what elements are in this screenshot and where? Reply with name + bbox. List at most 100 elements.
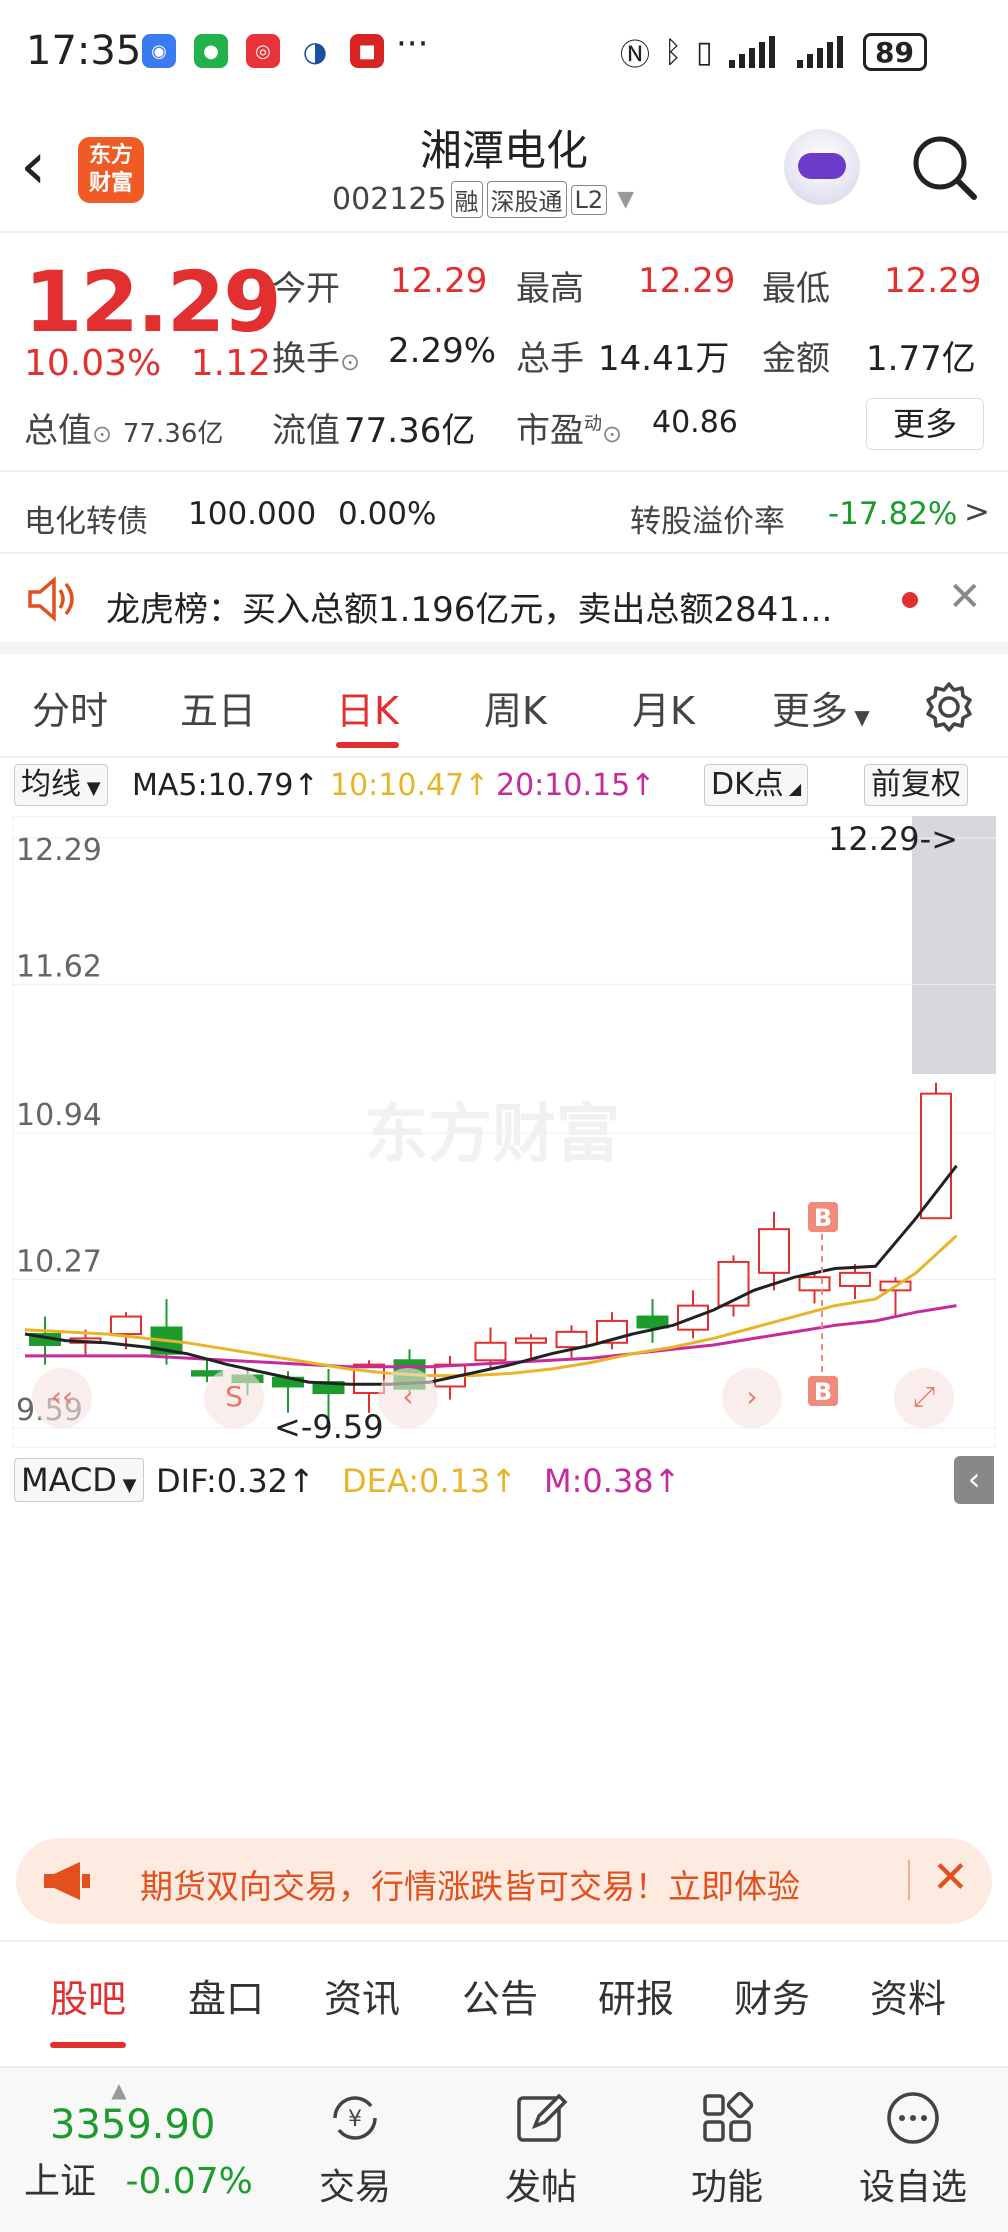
dif-value: DIF:0.32↑ bbox=[156, 1462, 315, 1500]
tab-daily-k[interactable]: 日K bbox=[336, 680, 399, 748]
open-label: 今开 bbox=[272, 269, 340, 309]
convertible-bond-row[interactable]: 电化转债 100.000 0.00% 转股溢价率 -17.82% > bbox=[0, 470, 1008, 554]
close-icon[interactable]: ✕ bbox=[932, 1852, 969, 1903]
functions-button[interactable]: 功能 bbox=[662, 2088, 792, 2210]
ma-selector[interactable]: 均线 ▼ bbox=[14, 764, 108, 806]
high-value: 12.29 bbox=[638, 261, 736, 301]
collapse-panel-icon[interactable]: ‹ bbox=[954, 1456, 994, 1504]
open-value: 12.29 bbox=[390, 261, 488, 301]
system-icons: Ⓝ ᛒ ▯ 89 bbox=[620, 30, 927, 74]
turnover-label: 换手⊙ bbox=[272, 339, 361, 379]
macd-selector[interactable]: MACD ▼ bbox=[14, 1458, 144, 1502]
candle-body bbox=[636, 1315, 669, 1329]
last-price: 12.29 bbox=[24, 253, 282, 351]
stock-code-row[interactable]: 002125 融 深股通 L2 ▼ bbox=[332, 181, 634, 218]
nfc-icon: Ⓝ bbox=[620, 38, 650, 73]
yuan-cycle-icon: ¥ bbox=[333, 2096, 377, 2140]
index-name: 上证 bbox=[24, 2161, 97, 2202]
chart-nav-icon: ‹‹ bbox=[51, 1380, 73, 1413]
chart-nav-icon: › bbox=[746, 1380, 757, 1413]
futures-ad-banner[interactable]: 期货双向交易，行情涨跌皆可交易！立即体验 ✕ bbox=[16, 1838, 992, 1924]
chevron-right-icon: > bbox=[964, 494, 990, 530]
candle-body bbox=[758, 1228, 790, 1274]
assistant-robot-icon[interactable] bbox=[784, 129, 860, 205]
low-price-marker: <-9.59 bbox=[274, 1408, 384, 1446]
bluetooth-icon: ᛒ bbox=[664, 34, 682, 70]
info-icon[interactable]: ⊙ bbox=[92, 420, 112, 448]
grid-icon bbox=[703, 2091, 754, 2142]
amount-value: 1.77亿 bbox=[866, 339, 976, 379]
float-value: 77.36亿 bbox=[344, 411, 476, 451]
add-watchlist-button[interactable]: 设自选 bbox=[848, 2088, 978, 2210]
index-ticker[interactable]: ▲ 3359.90 上证 -0.07% bbox=[24, 2078, 274, 2204]
status-bar: 17:35 ◉ ● ◎ ◑ ■ ··· Ⓝ ᛒ ▯ 89 bbox=[0, 0, 1008, 105]
tab-intraday[interactable]: 分时 bbox=[32, 680, 108, 735]
tab-announcements[interactable]: 公告 bbox=[462, 1968, 538, 2023]
bottom-toolbar: ▲ 3359.90 上证 -0.07% ¥ 交易 发帖 功能 设自选 bbox=[0, 2066, 1008, 2232]
total-value-label: 总值 bbox=[24, 411, 92, 451]
battery-icon: 89 bbox=[862, 33, 927, 71]
stock-code: 002125 bbox=[332, 182, 447, 217]
app-notification-icon: ■ bbox=[350, 34, 384, 68]
status-time: 17:35 bbox=[26, 28, 142, 74]
adjust-mode-button[interactable]: 前复权 bbox=[864, 764, 968, 806]
bond-change: 0.00% bbox=[338, 496, 437, 532]
kline-chart[interactable]: 12.2911.6210.9410.279.59东方财富12.29-><-9.5… bbox=[12, 816, 996, 1448]
content-tabs: 股吧 盘口 资讯 公告 研报 财务 资料 bbox=[0, 1940, 1008, 2062]
price-change: 10.03% 1.12 bbox=[24, 343, 271, 384]
chevron-up-icon: ▲ bbox=[111, 2078, 127, 2102]
dragon-tiger-notice[interactable]: 龙虎榜：买入总额1.196亿元，卖出总额2841... ✕ bbox=[0, 554, 1008, 654]
info-icon: ⊙ bbox=[340, 348, 361, 376]
tab-guba[interactable]: 股吧 bbox=[50, 1968, 127, 2048]
settings-gear-icon[interactable] bbox=[922, 680, 976, 734]
candle-body bbox=[920, 1092, 952, 1220]
pe-value: 40.86 bbox=[652, 405, 738, 440]
close-icon[interactable]: ✕ bbox=[948, 574, 982, 620]
ma-indicator-bar: 均线 ▼ MA5:10.79↑ 10:10.47↑ 20:10.15↑ DK点 … bbox=[12, 762, 1002, 810]
price-axis-label: 11.62 bbox=[16, 949, 102, 984]
search-icon[interactable] bbox=[908, 129, 980, 205]
candle-body bbox=[555, 1330, 588, 1349]
tab-news[interactable]: 资讯 bbox=[324, 1968, 400, 2023]
more-quote-button[interactable]: 更多 bbox=[866, 398, 984, 450]
chevron-down-icon: ▼ bbox=[617, 187, 635, 212]
megaphone-icon bbox=[44, 1862, 90, 1900]
tab-monthly-k[interactable]: 月K bbox=[632, 680, 695, 735]
chart-nav-icon: ⤢ bbox=[913, 1380, 935, 1413]
more-notifications-icon: ··· bbox=[396, 24, 429, 64]
tab-finance[interactable]: 财务 bbox=[734, 1968, 810, 2023]
tab-weekly-k[interactable]: 周K bbox=[484, 680, 547, 735]
float-label: 流值 bbox=[272, 411, 340, 451]
change-percent: 10.03% bbox=[24, 343, 162, 384]
total-value-row: 总值⊙ 77.36亿 bbox=[24, 403, 223, 452]
price-axis-label: 10.94 bbox=[16, 1098, 102, 1133]
tab-profile[interactable]: 资料 bbox=[870, 1968, 946, 2023]
vibrate-icon: ▯ bbox=[696, 34, 713, 70]
app-notification-icon: ◎ bbox=[246, 34, 280, 68]
chart-nav-icon: ‹ bbox=[402, 1380, 413, 1413]
tab-order-book[interactable]: 盘口 bbox=[188, 1968, 264, 2023]
buy-signal-letter: B bbox=[814, 1378, 832, 1406]
macd-indicator-bar: MACD ▼ DIF:0.32↑ DEA:0.13↑ M:0.38↑ ‹ bbox=[12, 1454, 1002, 1506]
pe-label: 市盈动⊙ bbox=[516, 411, 623, 451]
tab-research[interactable]: 研报 bbox=[598, 1968, 674, 2023]
post-button[interactable]: 发帖 bbox=[476, 2088, 606, 2210]
chart-nav-icon: S bbox=[225, 1380, 243, 1413]
app-notification-icon: ◑ bbox=[298, 34, 332, 68]
period-tabs: 分时 五日 日K 周K 月K 更多 ▼ bbox=[0, 654, 1008, 758]
macd-m-value: M:0.38↑ bbox=[544, 1462, 681, 1500]
tab-more[interactable]: 更多 ▼ bbox=[772, 680, 870, 735]
tab-five-day[interactable]: 五日 bbox=[180, 680, 256, 735]
candle-body bbox=[515, 1337, 547, 1344]
svg-text:¥: ¥ bbox=[348, 2107, 362, 2132]
speaker-icon bbox=[28, 576, 74, 622]
dk-point-button[interactable]: DK点 ◢ bbox=[704, 764, 809, 806]
trade-button[interactable]: ¥ 交易 bbox=[290, 2088, 420, 2210]
premium-value: -17.82% bbox=[828, 496, 958, 532]
connect-tag: 深股通 bbox=[486, 181, 567, 218]
signal-icon bbox=[796, 36, 843, 68]
total-value: 77.36亿 bbox=[122, 419, 224, 449]
edit-icon bbox=[517, 2093, 568, 2142]
index-value: 3359.90 bbox=[50, 2102, 216, 2148]
ma5-value: MA5:10.79↑ bbox=[132, 768, 319, 803]
